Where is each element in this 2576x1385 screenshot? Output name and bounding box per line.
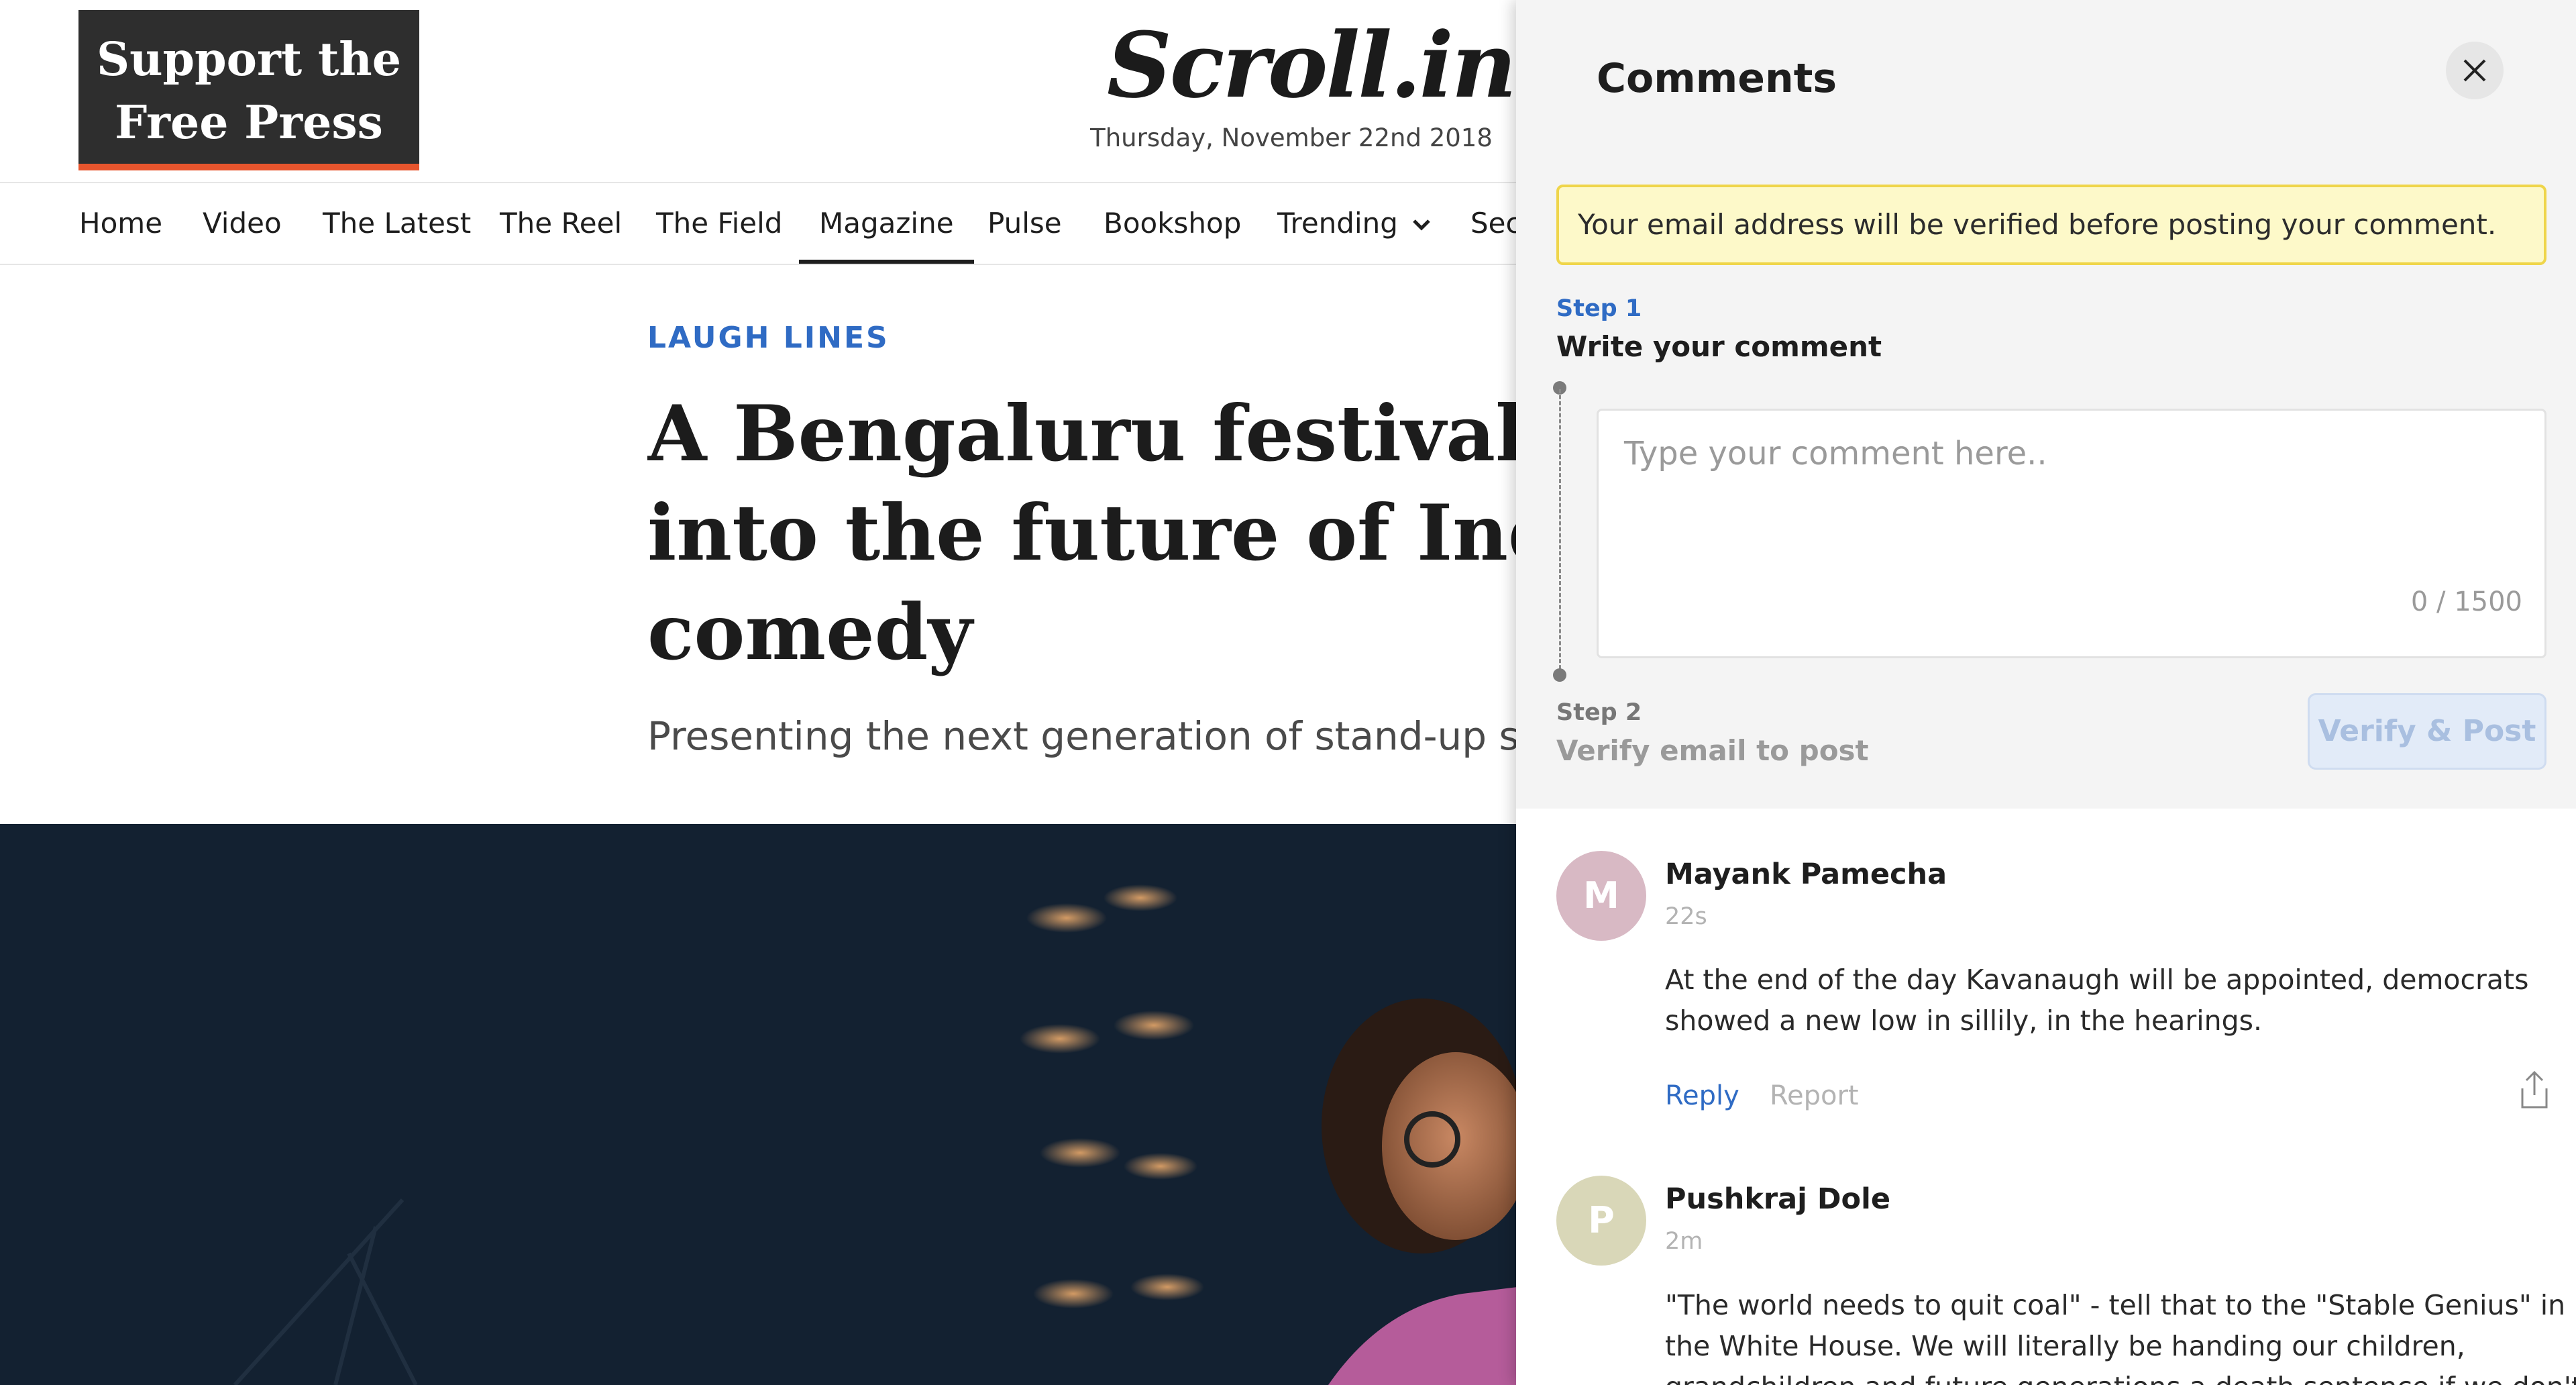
nav-item-pulse[interactable]: Pulse xyxy=(987,183,1062,264)
comment-text: At the end of the day Kavanaugh will be … xyxy=(1665,964,2529,1037)
nav-item-bookshop-label: Bookshop xyxy=(1104,207,1242,240)
avatar: P xyxy=(1556,1176,1646,1266)
nav-item-bookshop[interactable]: Bookshop xyxy=(1104,183,1241,264)
nav-item-the-latest[interactable]: The Latest xyxy=(323,183,471,264)
article-subhead: Presenting the next generation of stand-… xyxy=(647,713,1559,759)
nav-item-video[interactable]: Video xyxy=(203,183,282,264)
support-free-press-button[interactable]: Support the Free Press xyxy=(78,10,419,170)
support-label-line2: Free Press xyxy=(115,96,383,150)
comment-timestamp: 22s xyxy=(1665,903,1707,930)
avatar: M xyxy=(1556,851,1646,941)
comment-author[interactable]: Pushkraj Dole xyxy=(1665,1182,1890,1216)
verify-post-button[interactable]: Verify & Post xyxy=(2308,693,2546,770)
nav-item-sections[interactable]: Sec xyxy=(1470,183,1517,264)
nav-item-trending[interactable]: Trending xyxy=(1277,183,1432,264)
nav-item-trending-label: Trending xyxy=(1277,207,1398,240)
hero-image xyxy=(0,824,1517,1385)
nav-item-magazine[interactable]: Magazine xyxy=(799,183,974,264)
step2-title: Verify email to post xyxy=(1556,734,1869,767)
close-icon xyxy=(2446,59,2504,102)
article-kicker[interactable]: LAUGH LINES xyxy=(647,321,890,355)
step1-title: Write your comment xyxy=(1556,330,1882,363)
share-icon[interactable] xyxy=(2516,1068,2553,1111)
nav-item-home[interactable]: Home xyxy=(79,183,162,264)
nav-item-the-field[interactable]: The Field xyxy=(656,183,782,264)
reply-button[interactable]: Reply xyxy=(1665,1080,1739,1111)
drawer-title: Comments xyxy=(1597,55,1837,102)
step2-label: Step 2 xyxy=(1556,699,1642,726)
comments-drawer: Comments Your email address will be veri… xyxy=(1516,0,2576,1385)
step1-label: Step 1 xyxy=(1556,295,1642,322)
comment-compose-panel xyxy=(1516,0,2576,809)
main-nav: Home Video The Latest The Reel The Field… xyxy=(0,182,1517,265)
timeline-dot-end xyxy=(1553,668,1566,682)
timeline-line xyxy=(1559,389,1561,675)
char-counter: 0 / 1500 xyxy=(2410,586,2522,617)
report-button[interactable]: Report xyxy=(1770,1080,1859,1111)
site-logo[interactable]: Scroll.in xyxy=(1107,12,1517,118)
close-button[interactable] xyxy=(2446,42,2504,99)
comment-timestamp: 2m xyxy=(1665,1228,1703,1255)
nav-item-the-reel[interactable]: The Reel xyxy=(500,183,622,264)
support-label-line1: Support the xyxy=(96,33,402,87)
comment-text: "The world needs to quit coal" - tell th… xyxy=(1665,1289,2576,1385)
chevron-down-icon xyxy=(1411,185,1432,264)
email-verification-notice: Your email address will be verified befo… xyxy=(1556,185,2546,265)
comment-input[interactable] xyxy=(1597,409,2546,658)
masthead-date: Thursday, November 22nd 2018 xyxy=(1090,123,1493,152)
comment-author[interactable]: Mayank Pamecha xyxy=(1665,858,1947,891)
